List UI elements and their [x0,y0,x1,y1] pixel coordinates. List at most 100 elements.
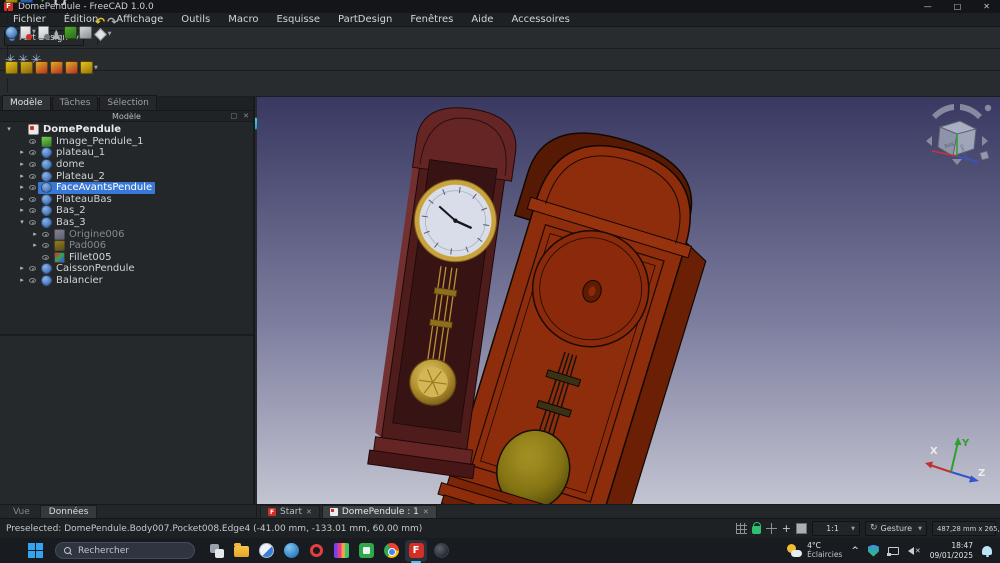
search-input[interactable]: Rechercher [55,542,195,559]
panel-close-icon[interactable]: ✕ [243,111,249,122]
expression-icon[interactable]: {} [52,0,69,9]
visibility-icon[interactable] [27,208,38,213]
tree-expander-icon[interactable]: ▸ [17,149,27,156]
panel-tab-selection[interactable]: Sélection [99,95,156,110]
notification-bell-icon[interactable] [982,546,992,555]
freecad-taskbar-icon[interactable]: F [405,540,427,562]
green-app-icon[interactable] [355,540,377,562]
panel-tab-taches[interactable]: Tâches [52,95,99,110]
group-icon[interactable] [20,0,33,7]
clone-icon[interactable] [79,23,92,42]
pad-icon[interactable] [5,58,18,77]
weather-widget[interactable]: 4°C Éclaircies [787,542,842,559]
close-icon[interactable]: ✕ [423,508,429,516]
navigation-style-selector[interactable]: ↻ Gesture ▼ [865,521,927,536]
visibility-icon[interactable] [27,278,38,283]
clock-date-widget[interactable]: 18:47 09/01/2025 [930,541,973,560]
plus-icon[interactable]: + [782,523,791,534]
tree-expander-icon[interactable]: ▸ [30,231,40,238]
tree-item-domependule[interactable]: ▾DomePendule [0,124,253,136]
visibility-icon[interactable] [27,139,38,144]
speaker-muted-icon[interactable]: ✕ [908,547,921,555]
create-body-icon[interactable] [5,23,18,42]
dark-circle-app-icon[interactable] [430,540,452,562]
additive-primitive-icon[interactable]: ▼ [80,58,98,77]
additive-pipe-icon[interactable] [50,58,63,77]
tree-expander-icon[interactable]: ▸ [17,277,27,284]
maximize-button[interactable]: □ [954,0,962,13]
additive-loft-icon[interactable] [35,58,48,77]
tree-item-origine006[interactable]: ▸Origine006 [0,228,253,240]
close-icon[interactable]: ✕ [306,508,312,516]
navigation-cube[interactable]: BAS GAUCHE [920,101,994,169]
visibility-icon[interactable] [27,197,38,202]
visibility-icon[interactable] [40,232,51,237]
view-dimensions-selector[interactable]: 487,28 mm x 265,23 mm ▼ [932,521,996,536]
tree-expander-icon[interactable]: ▸ [17,184,27,191]
lock-icon[interactable] [752,526,761,534]
property-tab-donnees[interactable]: Données [40,505,98,519]
cast-screen-icon[interactable] [888,547,899,555]
link-icon[interactable]: ↪▼ [35,0,50,9]
security-shield-icon[interactable] [868,545,879,557]
tree-expander-icon[interactable]: ▾ [17,219,27,226]
tray-overflow-chevron-icon[interactable]: ^ [851,546,859,556]
square-indicator-icon[interactable] [796,523,807,534]
revolution-icon[interactable] [20,58,33,77]
edit-sketch-icon[interactable] [38,23,49,42]
map-sketch-icon[interactable] [64,23,77,42]
visibility-icon[interactable] [27,185,38,190]
tree-item-plateau-2[interactable]: ▸Plateau_2 [0,170,253,182]
visibility-icon[interactable] [27,266,38,271]
tree-item-bas-3[interactable]: ▾Bas_3 [0,217,253,229]
tree-expander-icon[interactable]: ▸ [17,207,27,214]
additive-helix-icon[interactable] [65,58,78,77]
grid-toggle-icon[interactable] [736,523,747,534]
tree-item-fillet005[interactable]: Fillet005 [0,252,253,264]
3d-scene[interactable] [257,97,1000,504]
3d-viewport[interactable]: BAS GAUCHE X Y Z [257,97,1000,504]
chrome-icon[interactable] [380,540,402,562]
menu-item-partdesign[interactable]: PartDesign [329,13,401,27]
visibility-icon[interactable] [27,162,38,167]
visibility-icon[interactable] [40,255,51,260]
tree-expander-icon[interactable]: ▸ [30,242,40,249]
menu-item-esquisse[interactable]: Esquisse [267,13,329,27]
snipping-tool-icon[interactable] [255,540,277,562]
visibility-icon[interactable] [40,243,51,248]
tree-item-balancier[interactable]: ▸Balancier [0,275,253,287]
minimize-button[interactable]: — [924,0,932,13]
visibility-icon[interactable] [27,220,38,225]
tree-item-plateaubas[interactable]: ▸PlateauBas [0,194,253,206]
tree-expander-icon[interactable]: ▾ [4,126,14,133]
start-button[interactable] [28,543,43,558]
part-icon[interactable] [5,0,18,6]
colorful-bars-app-icon[interactable] [330,540,352,562]
datum-icon[interactable]: ▼ [94,25,112,44]
tree-item-image-pendule-1[interactable]: Image_Pendule_1 [0,136,253,148]
tree-item-dome[interactable]: ▸dome [0,159,253,171]
task-view-icon[interactable] [205,540,227,562]
panel-tab-modele[interactable]: Modèle [2,95,51,110]
tree-item-bas-2[interactable]: ▸Bas_2 [0,205,253,217]
tree-expander-icon[interactable]: ▸ [17,265,27,272]
blue-sphere-app-icon[interactable] [280,540,302,562]
crosshair-icon[interactable] [766,523,777,534]
tree-expander-icon[interactable]: ▸ [17,196,27,203]
panel-float-icon[interactable]: □ [231,111,238,122]
tree-expander-icon[interactable]: ▸ [17,173,27,180]
mdi-tab-start[interactable]: FStart✕ [260,505,320,518]
tree-expander-icon[interactable]: ▸ [17,161,27,168]
mdi-tab-domependule-1[interactable]: DomePendule : 1✕ [322,505,437,518]
scale-selector[interactable]: 1:1 ▼ [812,521,860,536]
opera-icon[interactable] [305,540,327,562]
validate-sketch-icon[interactable]: ♟ [51,25,62,44]
file-explorer-icon[interactable] [230,540,252,562]
close-button[interactable]: ✕ [983,0,990,13]
menu-item-accessoires[interactable]: Accessoires [502,13,578,27]
tree-item-pad006[interactable]: ▸Pad006 [0,240,253,252]
visibility-icon[interactable] [27,150,38,155]
menu-item-fenetres[interactable]: Fenêtres [401,13,462,27]
tree-item-caissonpendule[interactable]: ▸CaissonPendule [0,263,253,275]
menu-item-aide[interactable]: Aide [462,13,502,27]
